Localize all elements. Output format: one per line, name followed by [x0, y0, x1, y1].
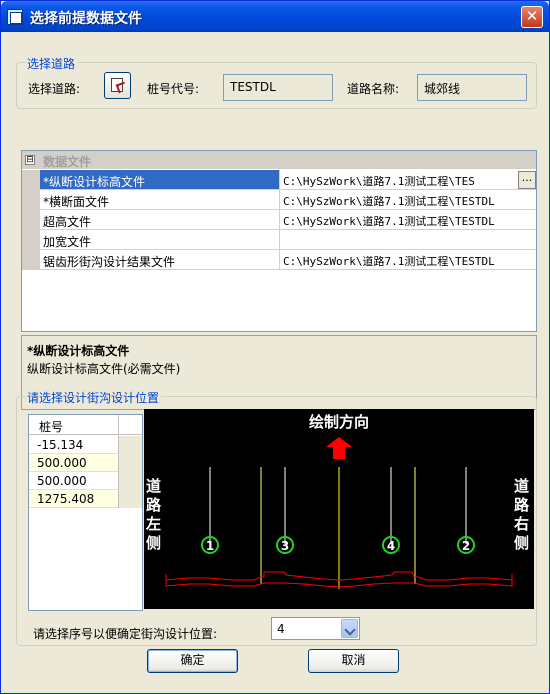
- select-position-label: 请选择序号以便确定街沟设计位置:: [33, 627, 218, 641]
- gutter-position-diagram: 绘制方向 道路左侧 道路右侧 1 3 4 2: [144, 409, 534, 609]
- draw-direction-label: 绘制方向: [309, 413, 369, 431]
- svg-text:4: 4: [387, 539, 395, 553]
- road-name-field[interactable]: 城郊线: [417, 74, 527, 101]
- grid-row[interactable]: *横断面文件 C:\HySzWork\道路7.1测试工程\TESTDL: [22, 190, 536, 210]
- diagram-canvas: 绘制方向 道路左侧 道路右侧 1 3 4 2: [145, 413, 530, 589]
- grid-category-label: 数据文件: [43, 155, 92, 169]
- table-row[interactable]: 500.000: [29, 472, 142, 490]
- dialog-body: 选择道路 选择道路: 桩号代号: TESTDL 道路名称: 城郊线 ⊟ 数据文件…: [4, 32, 546, 691]
- marker-1[interactable]: 1: [201, 536, 219, 554]
- grid-row-value[interactable]: C:\HySzWork\道路7.1测试工程\TESTDL: [280, 250, 536, 270]
- table-row[interactable]: 1275.408: [29, 490, 142, 508]
- station-table[interactable]: 桩号 -15.134 500.000 500.000 1275.408: [28, 414, 143, 611]
- grid-row-value[interactable]: [280, 230, 536, 250]
- station-table-header: 桩号: [29, 415, 142, 435]
- grid-row-name[interactable]: 加宽文件: [40, 230, 280, 250]
- grid-row-name[interactable]: *横断面文件: [40, 190, 280, 210]
- window-title: 选择前提数据文件: [30, 11, 142, 27]
- cancel-button[interactable]: 取消: [308, 649, 399, 673]
- marker-3[interactable]: 3: [276, 536, 294, 554]
- position-select[interactable]: 4: [271, 617, 360, 640]
- grid-row-value[interactable]: C:\HySzWork\道路7.1测试工程\TESTDL: [280, 210, 536, 230]
- select-road-label: 选择道路:: [28, 82, 81, 96]
- svg-text:1: 1: [206, 539, 214, 553]
- description-text: 纵断设计标高文件(必需文件): [27, 362, 181, 376]
- grid-row-value[interactable]: C:\HySzWork\道路7.1测试工程\TESTDL: [280, 190, 536, 210]
- table-row[interactable]: -15.134: [29, 436, 142, 454]
- close-button[interactable]: ✕: [521, 6, 543, 28]
- dialog-window: 选择前提数据文件 ✕ 选择道路 选择道路: 桩号代号: TESTDL 道路名称:…: [0, 0, 550, 694]
- collapse-icon[interactable]: ⊟: [25, 155, 35, 165]
- direction-arrow-icon: [326, 437, 352, 459]
- grid-row[interactable]: 加宽文件: [22, 230, 536, 250]
- table-row[interactable]: 500.000: [29, 454, 142, 472]
- grid-row-value[interactable]: C:\HySzWork\道路7.1测试工程\TES: [280, 170, 536, 190]
- ok-button[interactable]: 确定: [147, 649, 238, 673]
- pick-road-button[interactable]: [104, 72, 131, 99]
- grid-row[interactable]: 超高文件 C:\HySzWork\道路7.1测试工程\TESTDL: [22, 210, 536, 230]
- marker-2[interactable]: 2: [457, 536, 475, 554]
- svg-text:3: 3: [281, 539, 289, 553]
- browse-file-button[interactable]: ...: [518, 171, 536, 189]
- marker-4[interactable]: 4: [382, 536, 400, 554]
- station-code-label: 桩号代号:: [147, 82, 200, 96]
- grid-row-name[interactable]: *纵断设计标高文件: [40, 170, 280, 190]
- grid-category-header[interactable]: ⊟ 数据文件: [22, 151, 536, 170]
- road-name-label: 道路名称:: [347, 82, 400, 96]
- grid-row-name[interactable]: 锯齿形街沟设计结果文件: [40, 250, 280, 270]
- right-side-label: 道路右侧: [514, 477, 530, 552]
- description-title: *纵断设计标高文件: [27, 344, 130, 358]
- grid-row[interactable]: 锯齿形街沟设计结果文件 C:\HySzWork\道路7.1测试工程\TESTDL: [22, 250, 536, 270]
- chevron-down-icon[interactable]: [341, 619, 358, 638]
- position-group-legend: 请选择设计街沟设计位置: [25, 389, 162, 406]
- app-icon: [7, 9, 23, 25]
- station-code-field[interactable]: TESTDL: [223, 74, 333, 101]
- position-select-value: 4: [277, 622, 285, 636]
- title-bar[interactable]: 选择前提数据文件 ✕: [1, 1, 549, 32]
- grid-row[interactable]: *纵断设计标高文件 C:\HySzWork\道路7.1测试工程\TES ...: [22, 170, 536, 190]
- left-side-label: 道路左侧: [145, 477, 162, 552]
- grid-row-name[interactable]: 超高文件: [40, 210, 280, 230]
- svg-text:2: 2: [462, 539, 470, 553]
- data-file-grid: ⊟ 数据文件 *纵断设计标高文件 C:\HySzWork\道路7.1测试工程\T…: [21, 150, 537, 332]
- road-group-legend: 选择道路: [25, 55, 78, 72]
